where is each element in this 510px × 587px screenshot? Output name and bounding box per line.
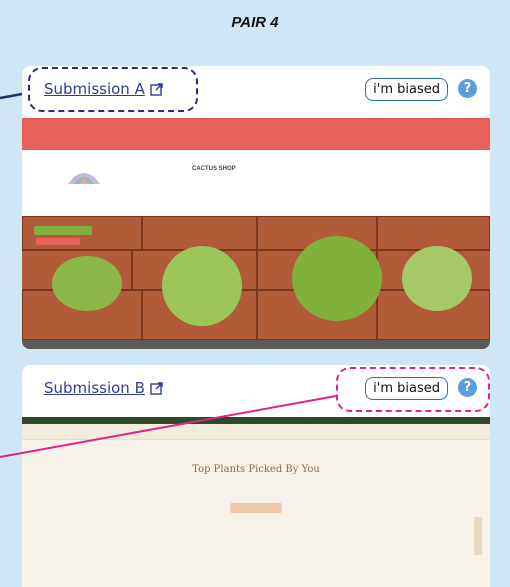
annotation-line-b (0, 395, 337, 458)
annotation-line-a (0, 92, 23, 100)
annotation-lines (0, 92, 337, 458)
